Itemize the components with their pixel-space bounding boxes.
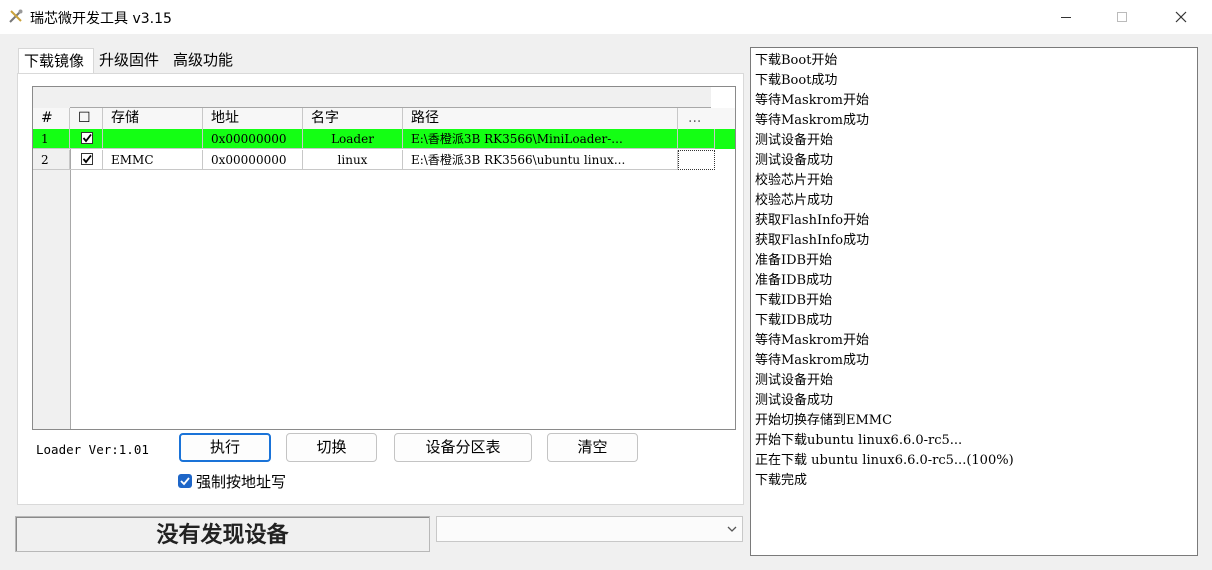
title-bar: 瑞芯微开发工具 v3.15 (0, 0, 1212, 34)
log-line: 校验芯片成功 (755, 193, 834, 208)
header-index: # (33, 108, 70, 129)
maximize-icon (1116, 11, 1128, 23)
log-line: 正在下载 ubuntu linux6.6.0-rc5...(100%) (755, 453, 1014, 468)
row-storage: EMMC (103, 150, 203, 170)
header-name: 名字 (303, 108, 403, 129)
image-table: # ☐ 存储 地址 名字 路径 ... 1 0x00000000 Loader … (32, 86, 736, 430)
row-name: linux (303, 150, 403, 170)
window-title: 瑞芯微开发工具 v3.15 (30, 11, 172, 27)
row-address: 0x00000000 (203, 129, 303, 149)
maximize-button[interactable] (1099, 0, 1145, 34)
log-line: 开始下载ubuntu linux6.6.0-rc5... (755, 433, 963, 448)
log-output[interactable]: 下载Boot开始 下载Boot成功等待Maskrom开始 等待Maskrom成功 测试… (750, 47, 1198, 556)
log-line: 等待Maskrom开始 (755, 333, 869, 348)
row-path: E:\香橙派3B RK3566\MiniLoader-... (403, 129, 678, 149)
execute-button[interactable]: 执行 (179, 433, 271, 462)
table-row[interactable]: 2 EMMC 0x00000000 linux E:\香橙派3B RK3566\… (33, 150, 735, 170)
row-index: 2 (33, 150, 70, 170)
row-path: E:\香橙派3B RK3566\ubuntu linux... (403, 150, 678, 170)
close-icon (1175, 11, 1187, 23)
log-line: 校验芯片开始 (755, 173, 834, 188)
log-line: 获取FlashInfo开始 (755, 213, 870, 228)
minimize-icon (1060, 11, 1072, 23)
row-checkbox[interactable] (81, 153, 93, 165)
checkbox-checked-icon (178, 474, 192, 488)
log-line: 准备IDB成功 (755, 273, 833, 288)
log-line: 测试设备成功 (755, 153, 834, 168)
table-row[interactable]: 1 0x00000000 Loader E:\香橙派3B RK3566\Mini… (33, 129, 735, 149)
log-line: 测试设备成功 (755, 393, 834, 408)
row-address: 0x00000000 (203, 150, 303, 170)
chevron-down-icon (726, 523, 738, 539)
device-status: 没有发现设备 (15, 516, 430, 552)
log-line: 等待Maskrom成功 (755, 113, 869, 128)
header-more: ... (688, 110, 702, 126)
row-checkbox[interactable] (81, 132, 93, 144)
row-storage (103, 129, 203, 149)
tools-icon (8, 8, 24, 24)
header-address: 地址 (203, 108, 303, 129)
header-check[interactable]: ☐ (70, 108, 103, 129)
log-line: 开始切换存储到EMMC (755, 413, 893, 428)
log-line: 下载完成 (755, 473, 808, 488)
log-line: 下载Boot成功 (755, 73, 838, 88)
log-line: 下载IDB成功 (755, 313, 833, 328)
header-path: 路径 (403, 108, 678, 129)
log-line: 等待Maskrom开始 (755, 93, 869, 108)
log-line: 准备IDB开始 (755, 253, 833, 268)
device-status-text: 没有发现设备 (156, 522, 289, 548)
partition-table-button[interactable]: 设备分区表 (394, 433, 532, 462)
log-line: 获取FlashInfo成功 (755, 233, 870, 248)
log-line: 测试设备开始 (755, 373, 834, 388)
minimize-button[interactable] (1043, 0, 1089, 34)
device-select[interactable] (436, 516, 743, 542)
tab-advanced[interactable]: 高级功能 (168, 48, 242, 74)
row-browse-cell[interactable] (678, 129, 715, 149)
tab-download-image[interactable]: 下载镜像 (18, 48, 94, 74)
table-top-strip (33, 87, 711, 108)
clear-button[interactable]: 清空 (547, 433, 638, 462)
log-line: 等待Maskrom成功 (755, 353, 869, 368)
close-button[interactable] (1158, 0, 1204, 34)
row-browse-cell[interactable] (678, 150, 715, 170)
log-line: 下载Boot开始 (755, 53, 838, 68)
header-storage: 存储 (103, 108, 203, 129)
loader-version: Loader Ver:1.01 (36, 442, 149, 457)
log-line: 测试设备开始 (755, 133, 834, 148)
tab-upgrade-firmware[interactable]: 升级固件 (94, 48, 168, 74)
table-header: # ☐ 存储 地址 名字 路径 ... (33, 108, 735, 130)
switch-button[interactable]: 切换 (286, 433, 377, 462)
row-index: 1 (33, 129, 70, 149)
log-line: 下载IDB开始 (755, 293, 833, 308)
force-address-write-label: 强制按地址写 (196, 473, 287, 491)
row-name: Loader (303, 129, 403, 149)
